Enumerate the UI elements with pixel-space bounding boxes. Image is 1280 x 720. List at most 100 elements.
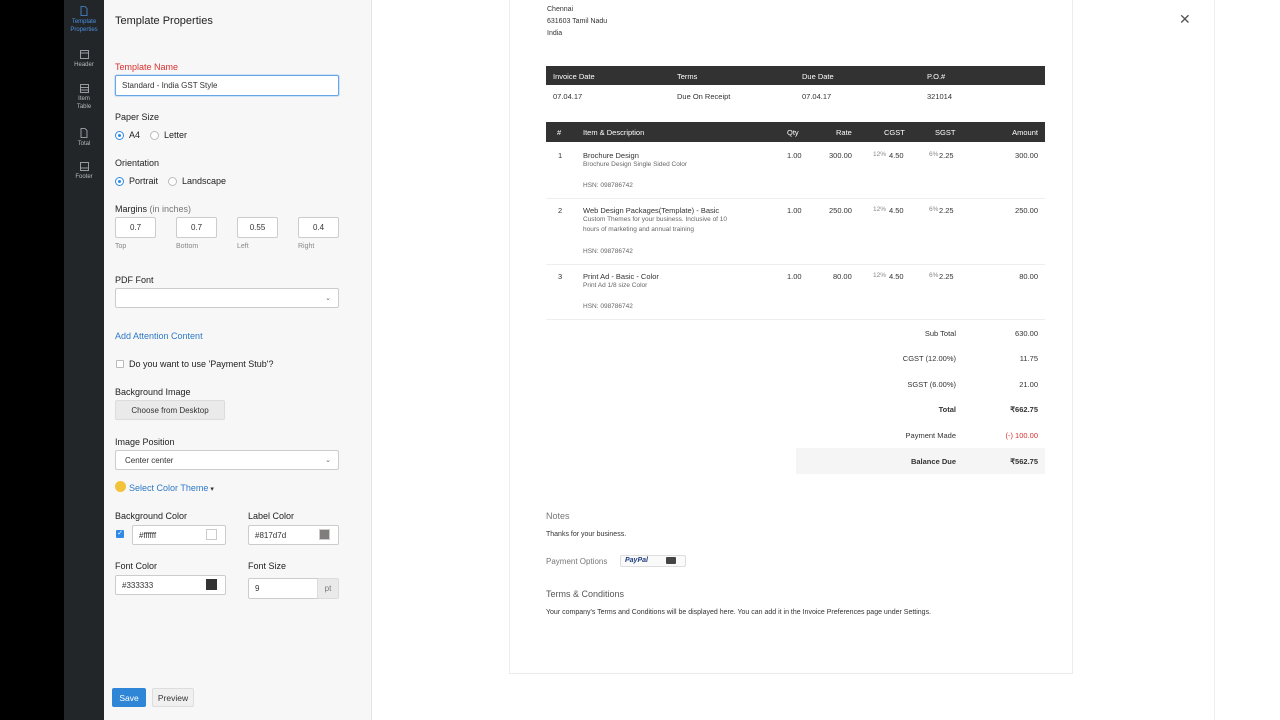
add-attention-link[interactable]: Add Attention Content: [115, 331, 203, 341]
preview-button[interactable]: Preview: [152, 688, 194, 707]
col-amount: Amount: [1012, 128, 1038, 137]
item-desc: Custom Themes for your business. Inclusi…: [583, 216, 728, 223]
cgst-total-label: CGST (12.00%): [902, 354, 956, 363]
portrait-radio[interactable]: [115, 177, 124, 186]
rail-label: Header: [74, 62, 94, 68]
address-line: Chennai: [547, 6, 574, 13]
item-table-header: # Item & Description Qty Rate CGST SGST …: [546, 122, 1045, 142]
payment-stub-checkbox[interactable]: [116, 360, 124, 368]
col-sgst: SGST: [935, 128, 956, 137]
rail-label: Template Properties: [70, 19, 98, 33]
bg-color-checkbox[interactable]: ✓: [116, 530, 124, 538]
item-desc-line2: hours of marketing and annual training: [583, 226, 694, 233]
save-button[interactable]: Save: [112, 688, 146, 707]
total-value: ₹662.75: [1010, 405, 1038, 414]
item-cgst-pct: 12%: [873, 272, 887, 279]
font-size-input[interactable]: 9: [248, 578, 320, 599]
landscape-radio[interactable]: [168, 177, 177, 186]
item-sgst: 2.25: [939, 272, 954, 281]
preview-scrollbar[interactable]: [1214, 0, 1215, 720]
font-color-swatch[interactable]: [206, 579, 217, 590]
chevron-down-icon: ⌄: [325, 295, 331, 302]
item-qty: 1.00: [787, 206, 802, 215]
margins-unit: (in inches): [149, 204, 192, 214]
palette-icon: [115, 481, 126, 492]
footer-icon: [79, 162, 89, 171]
paper-letter-radio[interactable]: [150, 131, 159, 140]
item-rate: 300.00: [829, 151, 852, 160]
portrait-label: Portrait: [129, 176, 159, 186]
item-rate: 80.00: [833, 272, 852, 281]
select-color-theme-link[interactable]: Select Color Theme ▾: [129, 483, 214, 493]
rail-item-footer[interactable]: Footer: [64, 162, 104, 181]
rail-item-total[interactable]: Total: [64, 128, 104, 148]
template-name-label: Template Name: [115, 62, 179, 72]
total-icon: [80, 128, 88, 138]
item-rate: 250.00: [829, 206, 852, 215]
paper-a4-radio[interactable]: [115, 131, 124, 140]
row-divider: [546, 264, 1045, 265]
col-cgst: CGST: [884, 128, 905, 137]
bg-color-swatch[interactable]: [206, 529, 217, 540]
item-sgst-pct: 6%: [929, 151, 939, 158]
item-desc: Brochure Design Single Sided Color: [583, 161, 688, 168]
payment-stub-label: Do you want to use 'Payment Stub'?: [129, 359, 274, 369]
section-rail: Template Properties Header Item Table To…: [64, 0, 104, 720]
col-num: #: [557, 128, 562, 137]
rail-item-header[interactable]: Header: [64, 50, 104, 69]
item-cgst-pct: 12%: [873, 151, 887, 158]
paper-letter-label: Letter: [164, 130, 188, 140]
item-cgst-pct: 12%: [873, 206, 887, 213]
image-position-value: Center center: [125, 455, 174, 465]
item-name: Web Design Packages(Template) - Basic: [583, 206, 720, 215]
invoice-meta-header: Invoice Date Terms Due Date P.O.#: [546, 66, 1045, 85]
template-name-input[interactable]: Standard - India GST Style: [115, 75, 339, 96]
chevron-down-icon: ⌄: [325, 457, 331, 464]
item-amount: 80.00: [1019, 272, 1038, 281]
item-name: Print Ad - Basic - Color: [583, 272, 659, 281]
margin-top-caption: Top: [115, 243, 127, 250]
font-color-label: Font Color: [115, 561, 158, 571]
image-position-select[interactable]: Center center ⌄: [115, 450, 339, 470]
header-icon: [79, 50, 89, 59]
margin-left-input[interactable]: 0.55: [237, 217, 278, 238]
sgst-total-label: SGST (6.00%): [907, 380, 956, 389]
image-position-label: Image Position: [115, 437, 175, 447]
terms-value: Due On Receipt: [677, 92, 731, 101]
pdf-font-select[interactable]: ⌄: [115, 288, 339, 308]
color-theme-text: Select Color Theme: [129, 483, 209, 493]
panel-title: Template Properties: [115, 15, 213, 27]
margin-right-caption: Right: [298, 243, 315, 250]
row-divider: [546, 319, 1045, 320]
rail-item-template-properties[interactable]: Template Properties: [64, 6, 104, 34]
balance-due-value: ₹562.75: [1010, 457, 1038, 466]
close-icon[interactable]: ✕: [1179, 12, 1191, 26]
payment-options-label: Payment Options: [546, 557, 608, 566]
meta-header-invoice-date: Invoice Date: [553, 72, 595, 81]
margin-bottom-caption: Bottom: [176, 243, 199, 250]
po-value: 321014: [927, 92, 953, 101]
item-qty: 1.00: [787, 272, 802, 281]
landscape-label: Landscape: [182, 176, 227, 186]
paper-size-label: Paper Size: [115, 112, 160, 122]
meta-header-due-date: Due Date: [802, 72, 834, 81]
payment-made-label: Payment Made: [905, 431, 956, 440]
choose-from-desktop-button[interactable]: Choose from Desktop: [115, 400, 225, 420]
invoice-preview-area: Chennai 631603 Tamil Nadu India Invoice …: [372, 0, 1280, 720]
item-amount: 250.00: [1015, 206, 1038, 215]
company-address: Chennai 631603 Tamil Nadu India: [547, 4, 607, 40]
address-line: 631603 Tamil Nadu: [547, 18, 608, 25]
label-color-swatch[interactable]: [319, 529, 330, 540]
item-sgst-pct: 6%: [929, 272, 939, 279]
margin-bottom-input[interactable]: 0.7: [176, 217, 217, 238]
margin-top-input[interactable]: 0.7: [115, 217, 156, 238]
row-num: 3: [558, 272, 563, 281]
credit-card-icon: [666, 557, 676, 564]
font-size-label: Font Size: [248, 561, 287, 571]
rail-item-item-table[interactable]: Item Table: [64, 84, 104, 111]
cgst-total-value: 11.75: [1019, 354, 1038, 363]
payment-made-value: (-) 100.00: [1005, 431, 1038, 440]
margin-right-input[interactable]: 0.4: [298, 217, 339, 238]
item-sgst-pct: 6%: [929, 206, 939, 213]
orientation-label: Orientation: [115, 158, 160, 168]
